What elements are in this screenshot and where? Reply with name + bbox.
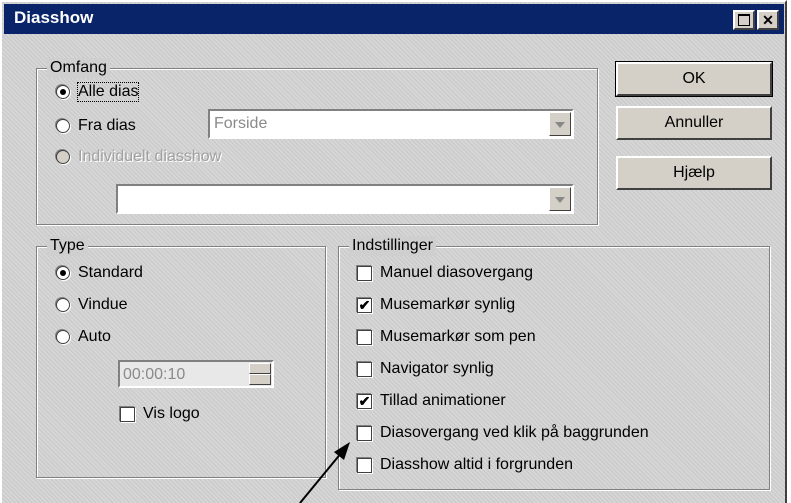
annotation-arrow <box>299 442 350 503</box>
